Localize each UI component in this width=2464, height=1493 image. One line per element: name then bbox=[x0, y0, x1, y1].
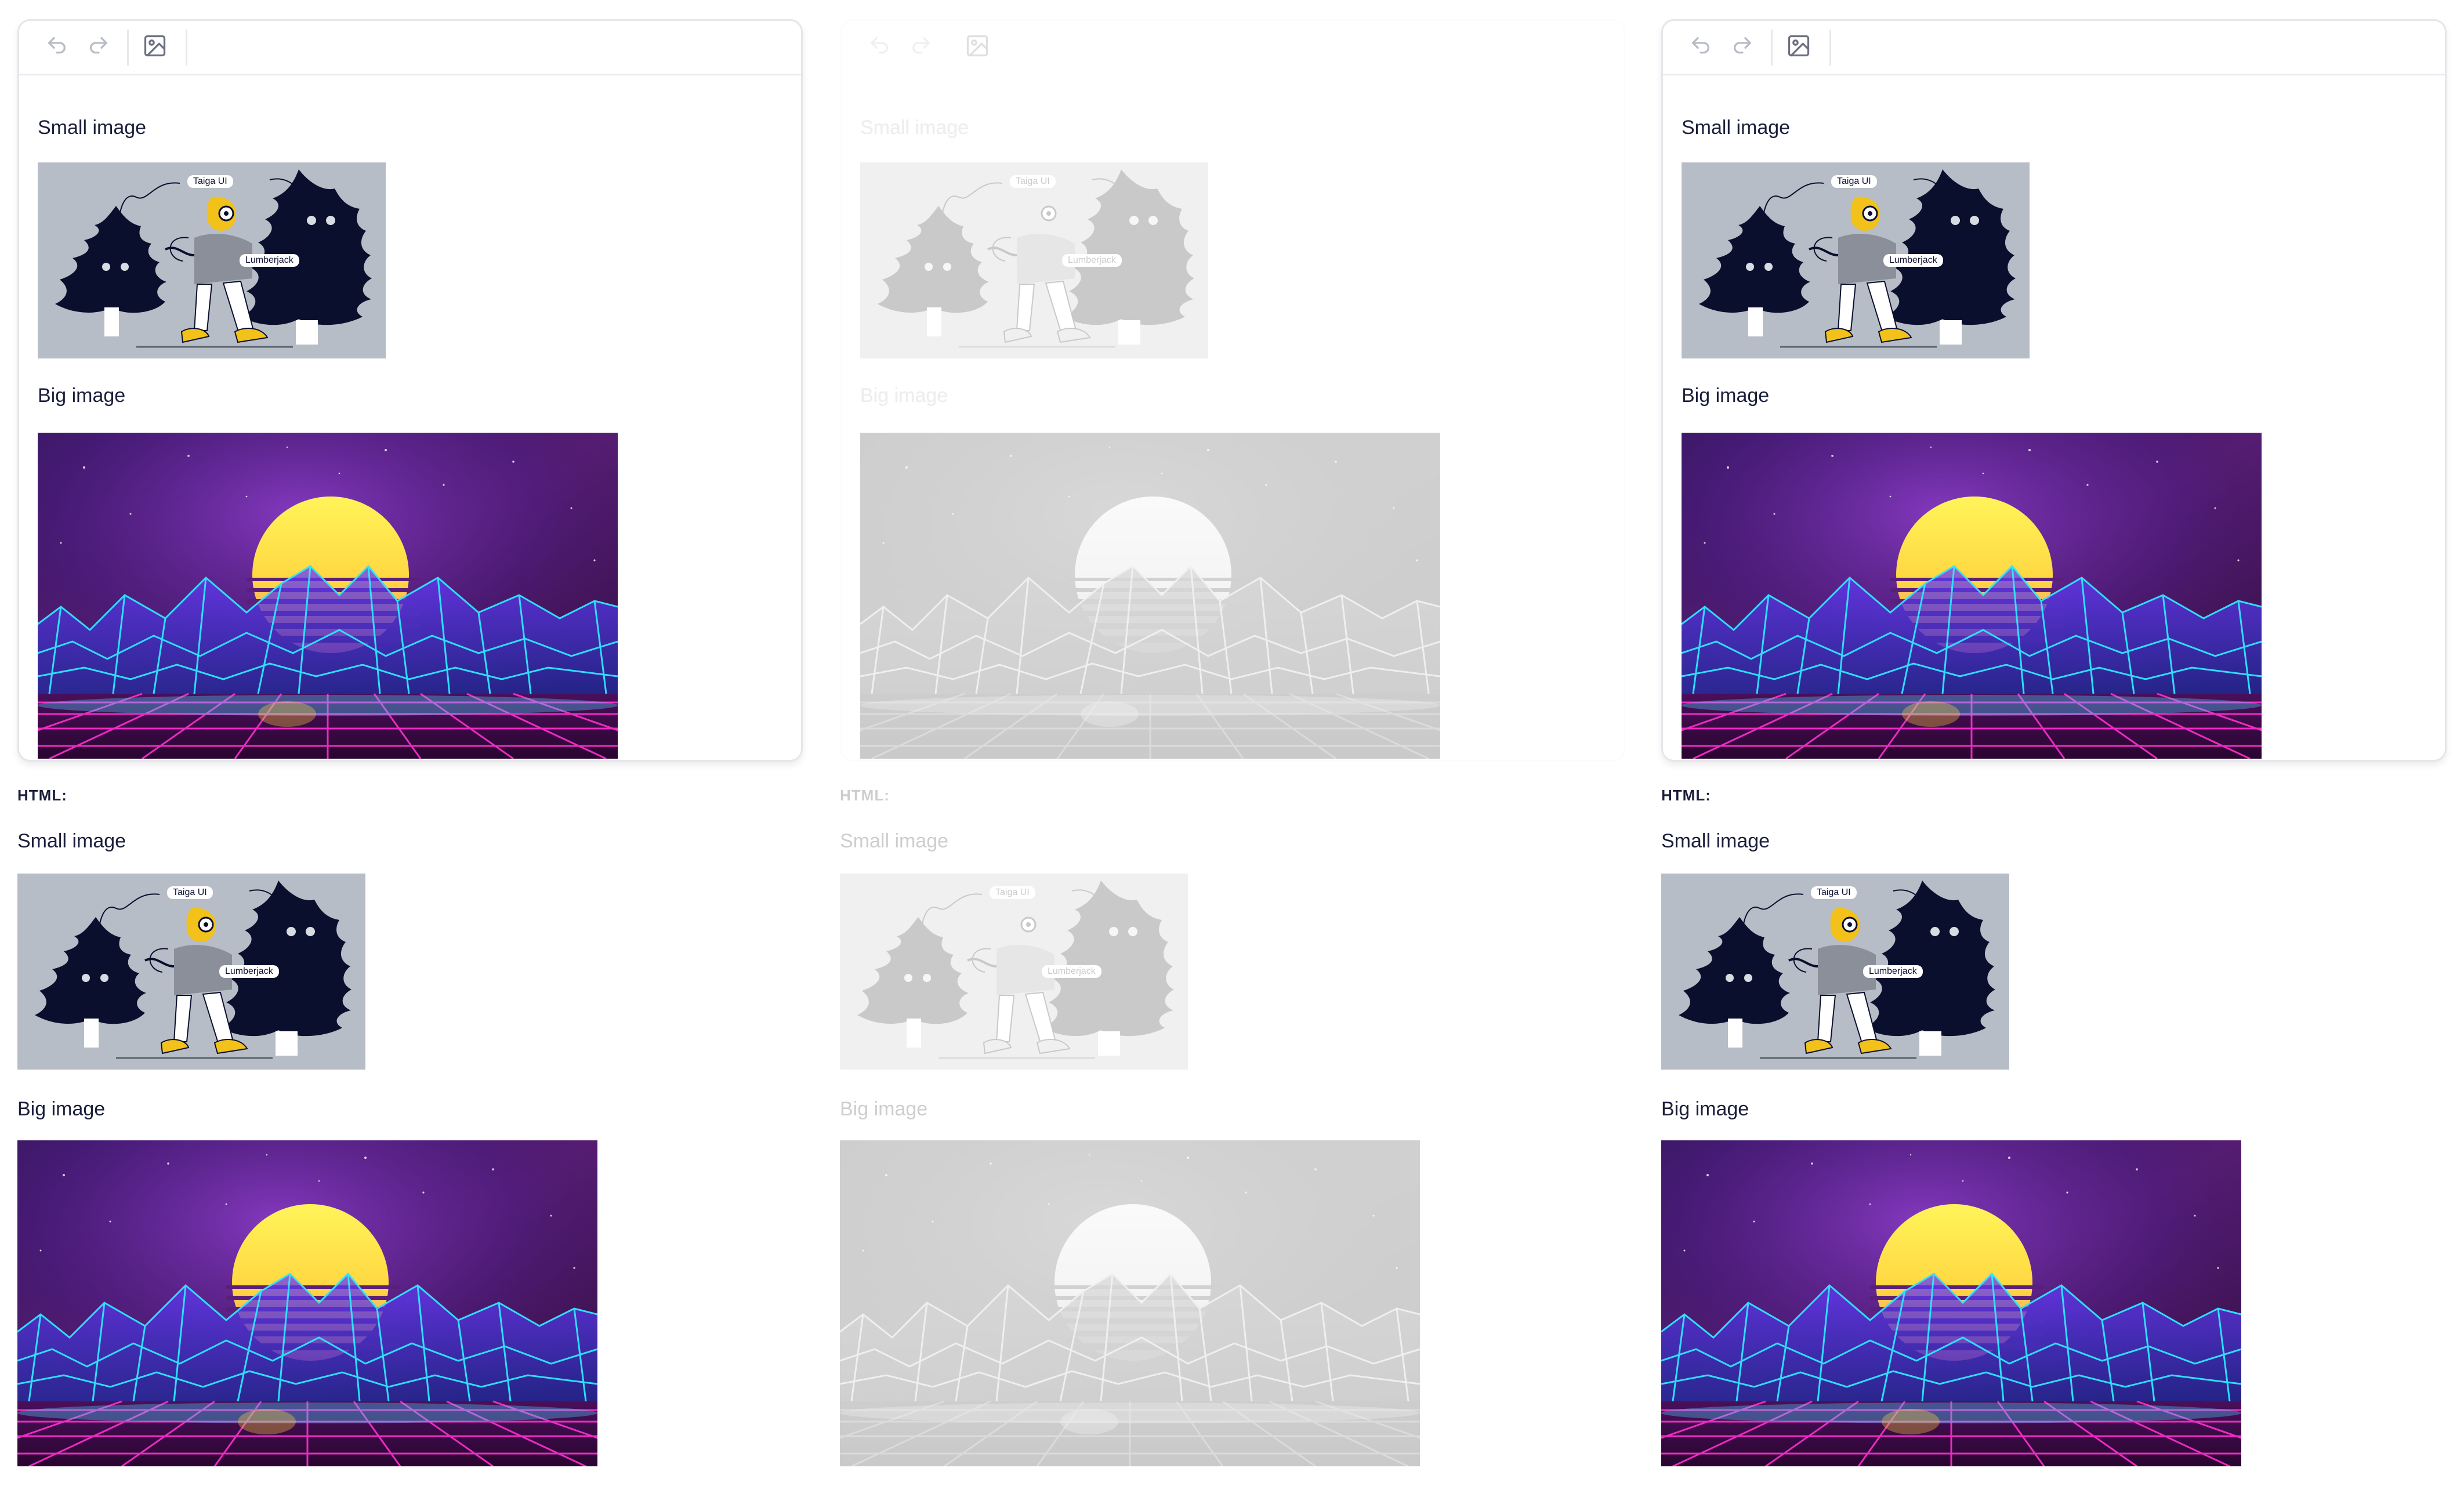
taiga-ui-tag: Taiga UI bbox=[990, 886, 1035, 899]
lumberjack-tag: Lumberjack bbox=[1863, 965, 1923, 978]
redo-icon bbox=[87, 34, 110, 60]
output-big-image bbox=[17, 1140, 597, 1466]
html-output-label: HTML: bbox=[1661, 787, 1711, 804]
taiga-ui-tag: Taiga UI bbox=[1811, 886, 1857, 899]
image-icon bbox=[965, 33, 990, 61]
wysiwyg-editor-disabled: Small image Taiga UI Lumberjack Big imag… bbox=[840, 19, 1625, 762]
taiga-ui-tag: Taiga UI bbox=[1010, 175, 1056, 188]
output-small-image: Taiga UI Lumberjack bbox=[840, 874, 1188, 1070]
lumberjack-tag: Lumberjack bbox=[219, 965, 279, 978]
big-image-label: Big image bbox=[38, 385, 126, 407]
html-output-label: HTML: bbox=[17, 787, 67, 804]
insert-image-button[interactable] bbox=[1781, 30, 1817, 66]
undo-icon bbox=[45, 34, 68, 60]
redo-button[interactable] bbox=[1724, 30, 1760, 66]
editor-toolbar bbox=[842, 21, 1624, 75]
output-big-image-label: Big image bbox=[17, 1098, 106, 1120]
small-image-label: Small image bbox=[860, 117, 969, 139]
editor-toolbar bbox=[1663, 21, 2445, 75]
taiga-ui-tag: Taiga UI bbox=[1831, 175, 1877, 188]
small-image-label: Small image bbox=[38, 117, 147, 139]
big-image-label: Big image bbox=[860, 385, 948, 407]
lumberjack-tag: Lumberjack bbox=[1042, 965, 1101, 978]
insert-image-button bbox=[959, 30, 995, 66]
taiga-ui-tag: Taiga UI bbox=[187, 175, 233, 188]
undo-icon bbox=[1689, 34, 1712, 60]
image-icon bbox=[1786, 33, 1811, 61]
lumberjack-tag: Lumberjack bbox=[240, 254, 299, 267]
redo-icon bbox=[1731, 34, 1754, 60]
insert-image-button[interactable] bbox=[137, 30, 173, 66]
html-output-label: HTML: bbox=[840, 787, 890, 804]
small-image[interactable]: Taiga UI Lumberjack bbox=[1682, 162, 2030, 358]
big-image bbox=[860, 433, 1440, 759]
undo-icon bbox=[868, 34, 891, 60]
redo-icon bbox=[909, 34, 933, 60]
output-small-image: Taiga UI Lumberjack bbox=[17, 874, 365, 1070]
wysiwyg-editor: Small image Taiga UI Lumberjack Big imag… bbox=[17, 19, 803, 762]
redo-button[interactable] bbox=[81, 30, 117, 66]
undo-button bbox=[861, 30, 897, 66]
small-image-label: Small image bbox=[1682, 117, 1791, 139]
toolbar-divider bbox=[186, 29, 187, 66]
undo-button[interactable] bbox=[39, 30, 75, 66]
image-icon bbox=[142, 33, 168, 61]
example-column-default: Small image Taiga UI Lumberjack Big imag… bbox=[17, 0, 806, 1493]
wysiwyg-editor: Small image Taiga UI Lumberjack Big imag… bbox=[1661, 19, 2447, 762]
toolbar-divider bbox=[127, 29, 129, 66]
example-column-readonly: Small image Taiga UI Lumberjack Big imag… bbox=[1661, 0, 2450, 1493]
output-small-image: Taiga UI Lumberjack bbox=[1661, 874, 2009, 1070]
output-big-image bbox=[1661, 1140, 2241, 1466]
toolbar-divider bbox=[1771, 29, 1773, 66]
redo-button bbox=[903, 30, 939, 66]
output-small-image-label: Small image bbox=[840, 830, 949, 852]
undo-button[interactable] bbox=[1683, 30, 1719, 66]
big-image[interactable] bbox=[38, 433, 618, 759]
small-image: Taiga UI Lumberjack bbox=[860, 162, 1208, 358]
big-image[interactable] bbox=[1682, 433, 2262, 759]
lumberjack-tag: Lumberjack bbox=[1883, 254, 1943, 267]
lumberjack-tag: Lumberjack bbox=[1062, 254, 1122, 267]
output-small-image-label: Small image bbox=[1661, 830, 1770, 852]
editor-toolbar bbox=[19, 21, 801, 75]
small-image[interactable]: Taiga UI Lumberjack bbox=[38, 162, 386, 358]
output-big-image bbox=[840, 1140, 1420, 1466]
output-big-image-label: Big image bbox=[840, 1098, 928, 1120]
toolbar-divider bbox=[950, 29, 951, 66]
output-big-image-label: Big image bbox=[1661, 1098, 1749, 1120]
example-column-disabled: Small image Taiga UI Lumberjack Big imag… bbox=[840, 0, 1629, 1493]
output-small-image-label: Small image bbox=[17, 830, 126, 852]
taiga-ui-tag: Taiga UI bbox=[167, 886, 213, 899]
big-image-label: Big image bbox=[1682, 385, 1770, 407]
toolbar-divider bbox=[1829, 29, 1831, 66]
